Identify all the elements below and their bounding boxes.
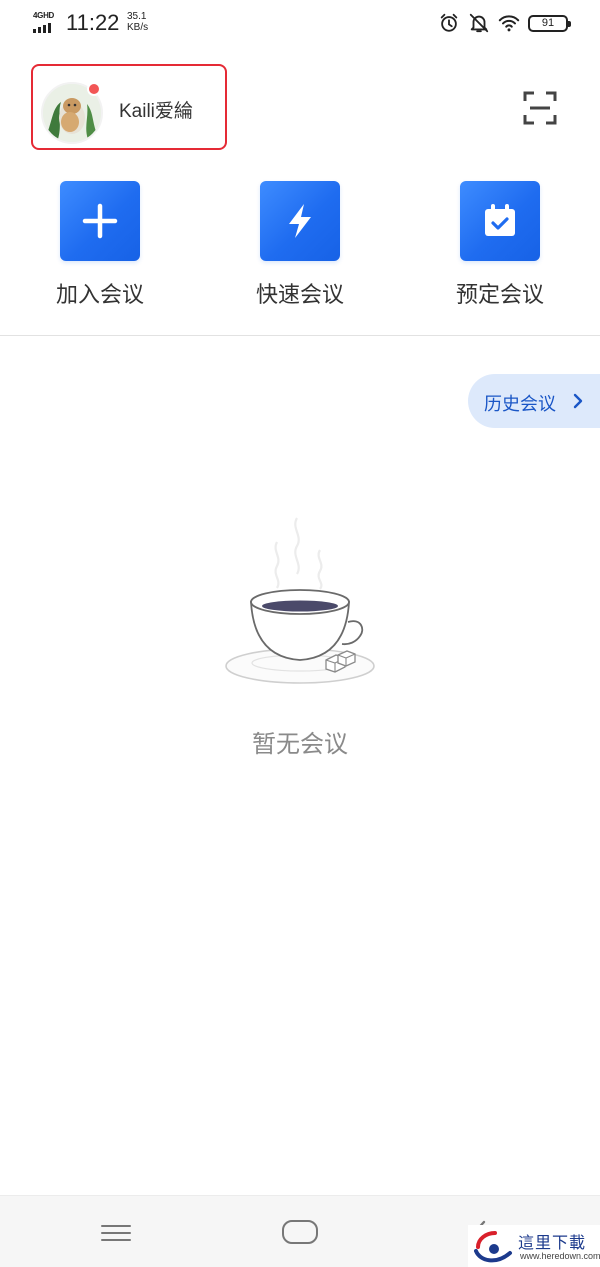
join-meeting-tile[interactable] — [60, 181, 140, 261]
quick-meeting-label[interactable]: 快速会议 — [220, 277, 380, 309]
status-time: 11:22 — [66, 10, 120, 35]
watermark-text: 這里下載 — [518, 1233, 587, 1252]
status-icons: 91 — [438, 11, 571, 35]
network-type: 4GHD — [33, 11, 55, 20]
lightning-icon — [289, 204, 311, 238]
chevron-right-icon — [573, 393, 583, 409]
network-speed-value: 35.1 — [127, 11, 147, 22]
watermark: 這里下載 www.heredown.com — [468, 1225, 600, 1267]
quick-meeting-button[interactable]: 快速会议 — [220, 181, 380, 311]
network-speed-unit: KB/s — [127, 22, 149, 33]
quick-meeting-tile[interactable] — [260, 181, 340, 261]
join-meeting-label[interactable]: 加入会议 — [20, 277, 180, 309]
profile-card[interactable]: Kaili爱綸 — [31, 64, 227, 150]
battery-icon: 91 — [528, 14, 571, 32]
scan-icon[interactable] — [522, 90, 558, 126]
coffee-cup-icon — [225, 517, 375, 684]
home-icon[interactable] — [282, 1220, 318, 1244]
calendar-check-icon — [485, 204, 515, 236]
status-bar: 4GHD 11:22 35.1 KB/s 91 — [0, 0, 600, 48]
schedule-meeting-button[interactable]: 预定会议 — [420, 181, 580, 311]
schedule-meeting-tile[interactable] — [460, 181, 540, 261]
history-meetings-button[interactable]: 历史会议 — [468, 374, 600, 428]
watermark-url: www.heredown.com — [520, 1251, 600, 1261]
alarm-icon — [440, 13, 458, 32]
menu-icon[interactable] — [101, 1220, 133, 1246]
section-divider — [0, 335, 600, 336]
join-meeting-button[interactable]: 加入会议 — [20, 181, 180, 311]
bell-muted-icon — [469, 13, 489, 33]
plus-icon — [82, 203, 118, 239]
notification-dot — [87, 82, 101, 96]
username[interactable]: Kaili爱綸 — [119, 96, 193, 123]
watermark-logo — [474, 1231, 512, 1263]
history-meetings-label[interactable]: 历史会议 — [484, 390, 556, 416]
cellular-signal-icon: 4GHD — [33, 11, 59, 33]
schedule-meeting-label[interactable]: 预定会议 — [420, 277, 580, 309]
network-speed: 35.1 KB/s — [127, 11, 148, 33]
wifi-icon — [498, 15, 520, 32]
empty-state-text: 暂无会议 — [252, 730, 348, 758]
